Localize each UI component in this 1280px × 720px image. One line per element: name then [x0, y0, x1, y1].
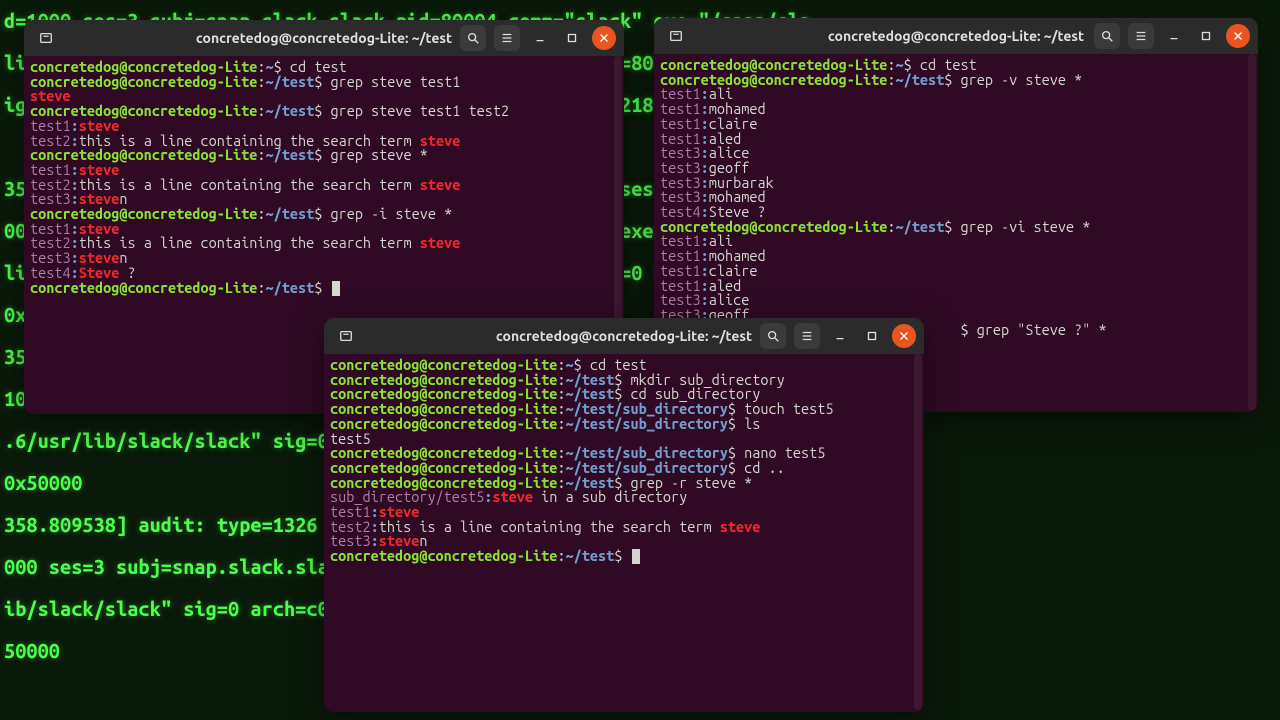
- terminal-body[interactable]: concretedog@concretedog-Lite:~$ cd test …: [324, 354, 924, 712]
- maximize-button[interactable]: [560, 26, 584, 50]
- maximize-button[interactable]: [860, 324, 884, 348]
- new-tab-button[interactable]: [332, 324, 360, 348]
- scrollbar[interactable]: [1248, 54, 1256, 410]
- new-tab-button[interactable]: [32, 26, 60, 50]
- close-button[interactable]: [592, 26, 616, 50]
- titlebar[interactable]: concretedog@concretedog-Lite: ~/test: [324, 318, 924, 354]
- hamburger-menu-button[interactable]: [794, 323, 820, 349]
- maximize-button[interactable]: [1194, 24, 1218, 48]
- window-title: concretedog@concretedog-Lite: ~/test: [496, 328, 752, 344]
- new-tab-button[interactable]: [662, 24, 690, 48]
- window-title: concretedog@concretedog-Lite: ~/test: [828, 28, 1084, 44]
- minimize-button[interactable]: [528, 26, 552, 50]
- terminal-window-center[interactable]: concretedog@concretedog-Lite: ~/test con…: [324, 318, 924, 712]
- scrollbar[interactable]: [914, 354, 922, 710]
- window-title: concretedog@concretedog-Lite: ~/test: [196, 30, 452, 46]
- hamburger-menu-button[interactable]: [1128, 23, 1154, 49]
- minimize-button[interactable]: [1162, 24, 1186, 48]
- titlebar[interactable]: concretedog@concretedog-Lite: ~/test: [654, 18, 1258, 54]
- close-button[interactable]: [892, 324, 916, 348]
- search-button[interactable]: [1094, 23, 1120, 49]
- hamburger-menu-button[interactable]: [494, 25, 520, 51]
- minimize-button[interactable]: [828, 324, 852, 348]
- search-button[interactable]: [760, 323, 786, 349]
- search-button[interactable]: [460, 25, 486, 51]
- titlebar[interactable]: concretedog@concretedog-Lite: ~/test: [24, 20, 624, 56]
- close-button[interactable]: [1226, 24, 1250, 48]
